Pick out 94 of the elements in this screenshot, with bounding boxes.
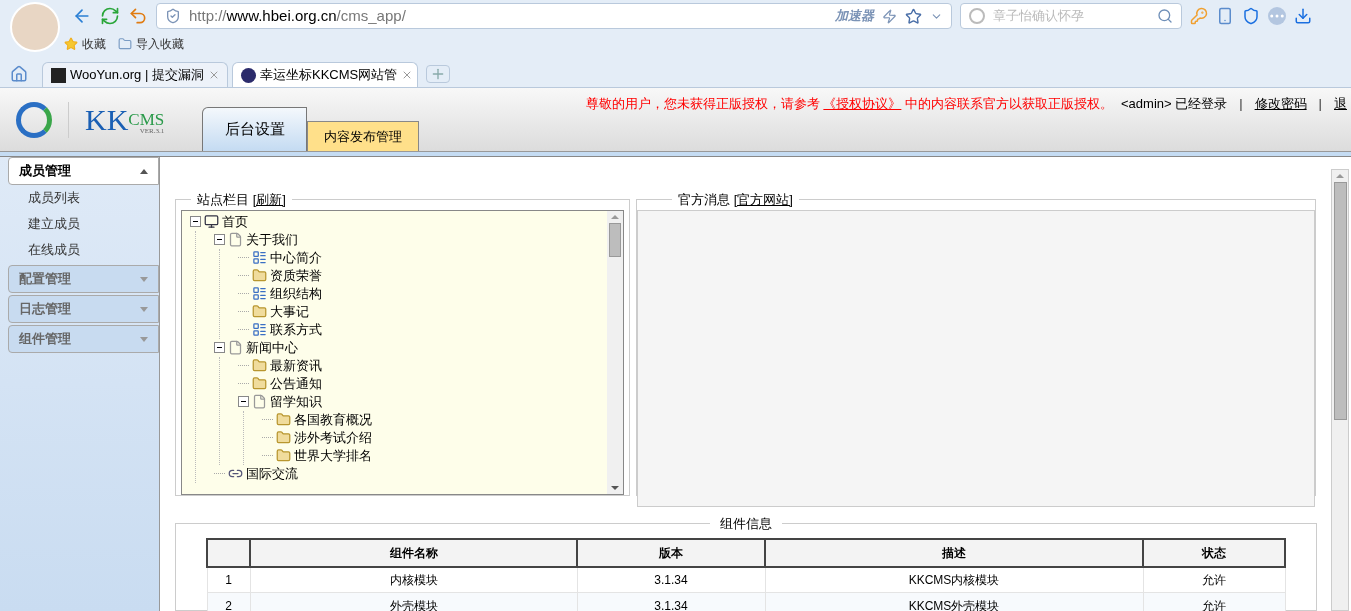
- sidebar-item[interactable]: 在线成员: [8, 237, 159, 263]
- lightning-icon[interactable]: [882, 8, 897, 24]
- browser-tab[interactable]: WooYun.org | 提交漏洞: [42, 62, 228, 87]
- sidebar-group-header[interactable]: 日志管理: [8, 295, 159, 323]
- header-link[interactable]: 修改密码: [1254, 94, 1307, 114]
- license-notice: 尊敬的用户，您未获得正版授权，请参考 《授权协议》 中的内容联系官方以获取正版授权。: [585, 95, 1113, 113]
- phone-icon[interactable]: [1216, 7, 1234, 25]
- collapse-toggle[interactable]: [214, 234, 225, 245]
- panel-title: 官方消息: [678, 192, 730, 207]
- tree-item[interactable]: 各国教育概况: [294, 409, 372, 430]
- more-icon[interactable]: [1268, 7, 1286, 25]
- star-icon[interactable]: [905, 7, 922, 25]
- official-site-link[interactable]: [官方网站]: [733, 192, 793, 207]
- tree-item[interactable]: 涉外考试介绍: [294, 427, 372, 448]
- tree-item[interactable]: 中心简介: [270, 247, 322, 268]
- new-tab-button[interactable]: [426, 65, 450, 83]
- tree-item[interactable]: 资质荣誉: [270, 265, 322, 286]
- folder-icon: [276, 412, 291, 427]
- table-cell: KKCMS内核模块: [765, 566, 1143, 593]
- page-icon: [228, 340, 243, 355]
- sidebar-group-header[interactable]: 配置管理: [8, 265, 159, 293]
- column-header: 状态: [1143, 538, 1285, 567]
- tree-item[interactable]: 新闻中心: [246, 337, 298, 358]
- tree-item[interactable]: 最新资讯: [270, 355, 322, 376]
- bookmark-item[interactable]: 收藏: [64, 35, 106, 53]
- shield-icon: [165, 8, 181, 24]
- list-page-icon: [252, 250, 267, 265]
- tree-item[interactable]: 留学知识: [270, 391, 322, 412]
- tree-item[interactable]: 公告通知: [270, 373, 322, 394]
- panel-title: 站点栏目: [197, 192, 249, 207]
- collapse-toggle[interactable]: [214, 342, 225, 353]
- main-tab[interactable]: 后台设置: [202, 107, 308, 151]
- folder-icon: [252, 304, 267, 319]
- sidebar-item[interactable]: 成员列表: [8, 185, 159, 211]
- tree-item[interactable]: 国际交流: [246, 463, 298, 484]
- search-icon[interactable]: [1157, 8, 1173, 24]
- folder-icon: [252, 358, 267, 373]
- home-icon[interactable]: [10, 65, 28, 83]
- scrollbar[interactable]: [607, 210, 623, 494]
- table-cell: 1: [207, 566, 250, 593]
- collapse-toggle[interactable]: [238, 396, 249, 407]
- table-cell: 内核模块: [250, 566, 577, 593]
- site-favicon: [241, 67, 256, 83]
- refresh-link[interactable]: [刷新]: [252, 192, 286, 207]
- tree-item[interactable]: 联系方式: [270, 319, 322, 340]
- computer-icon: [204, 214, 219, 229]
- separator: |: [1318, 95, 1322, 113]
- shield-icon[interactable]: [1242, 7, 1260, 25]
- search-engine-icon: [969, 8, 985, 24]
- tree-item[interactable]: 首页: [222, 211, 248, 232]
- tree-item[interactable]: 大事记: [270, 301, 309, 322]
- tree-item[interactable]: 世界大学排名: [294, 445, 372, 466]
- search-input[interactable]: 章子怡确认怀孕: [993, 6, 1149, 26]
- download-icon[interactable]: [1294, 7, 1312, 25]
- sidebar-item[interactable]: 建立成员: [8, 211, 159, 237]
- login-status: <admin> 已经登录: [1121, 95, 1228, 113]
- header-link[interactable]: 退: [1334, 94, 1347, 114]
- folder-icon: [276, 448, 291, 463]
- site-favicon: [51, 67, 66, 83]
- panel-title: 组件信息: [720, 516, 772, 531]
- table-cell: 2: [207, 592, 250, 611]
- page-icon: [252, 394, 267, 409]
- logo-icon: [16, 101, 52, 138]
- collapse-toggle[interactable]: [190, 216, 201, 227]
- refresh-icon[interactable]: [100, 6, 120, 26]
- browser-tab[interactable]: 幸运坐标KKCMS网站管: [232, 62, 418, 87]
- tree-item[interactable]: 组织结构: [270, 283, 322, 304]
- list-page-icon: [252, 322, 267, 337]
- main-tab[interactable]: 内容发布管理: [307, 121, 420, 151]
- page-icon: [228, 232, 243, 247]
- url-text: http://www.hbei.org.cn/cms_app/: [189, 5, 406, 26]
- license-link[interactable]: 《授权协议》: [823, 96, 902, 111]
- bookmark-item[interactable]: 导入收藏: [118, 35, 184, 53]
- key-icon[interactable]: [1190, 7, 1208, 25]
- folder-icon: [252, 376, 267, 391]
- table-cell: 3.1.34: [577, 566, 765, 593]
- sidebar-group-header[interactable]: 组件管理: [8, 325, 159, 353]
- column-header: 组件名称: [250, 538, 577, 567]
- column-header: 描述: [765, 538, 1143, 567]
- table-cell: 允许: [1143, 566, 1285, 593]
- column-header: 版本: [577, 538, 765, 567]
- sidebar-group-header[interactable]: 成员管理: [8, 157, 159, 185]
- tree-item[interactable]: 关于我们: [246, 229, 298, 250]
- page-scrollbar[interactable]: [1331, 169, 1349, 611]
- separator: |: [1239, 95, 1243, 113]
- undo-icon[interactable]: [128, 6, 148, 26]
- folder-icon: [118, 37, 132, 51]
- search-field[interactable]: 章子怡确认怀孕: [960, 3, 1182, 29]
- star-icon: [64, 37, 78, 51]
- folder-icon: [276, 430, 291, 445]
- address-bar[interactable]: http://www.hbei.org.cn/cms_app/ 加速器: [156, 3, 952, 29]
- folder-icon: [252, 268, 267, 283]
- list-page-icon: [252, 286, 267, 301]
- column-header: [207, 538, 250, 567]
